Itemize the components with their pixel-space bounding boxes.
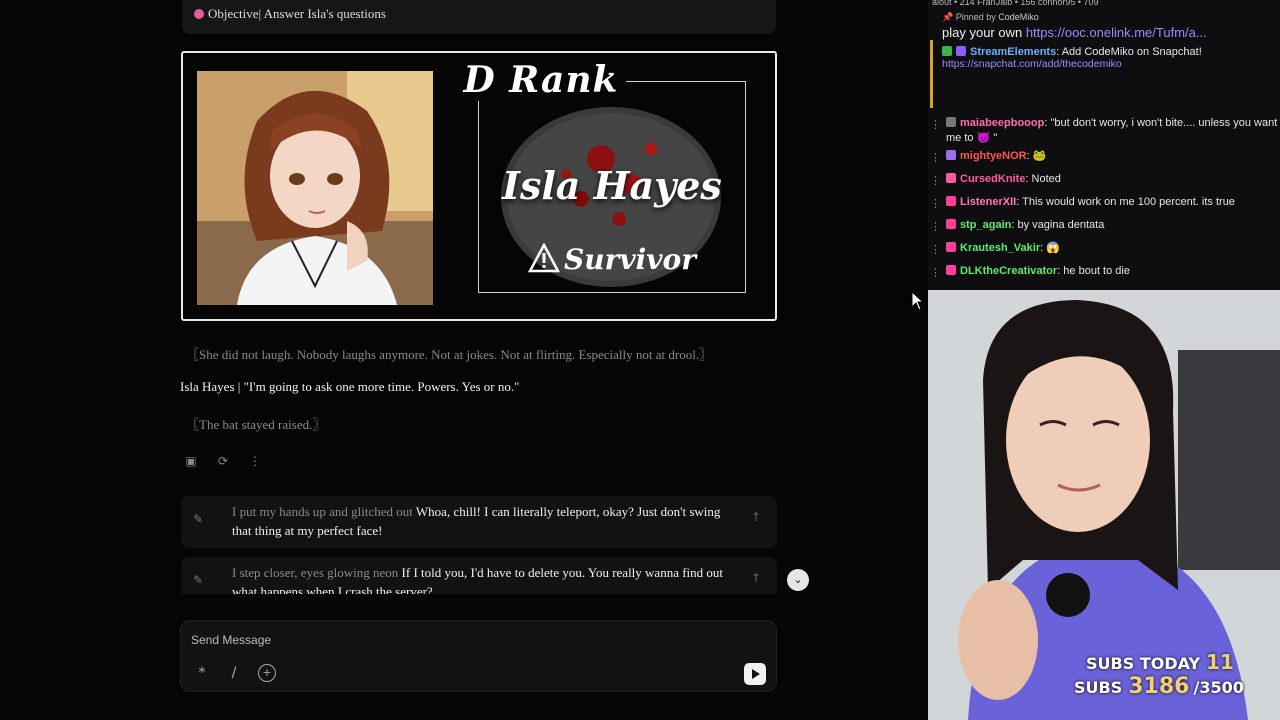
suggestion-item[interactable]: ✎ I put my hands up and glitched out Who… (181, 496, 777, 548)
edit-pencil-icon[interactable]: ✎ (193, 573, 207, 587)
pinned-by: 📌 Pinned by CodeMiko (942, 12, 1266, 23)
chat-message: ⋮ ListenerXII: This would work on me 100 … (928, 194, 1280, 217)
badge-icon (946, 117, 956, 127)
suggestion-item[interactable]: ✎ I step closer, eyes glowing neon If I … (181, 557, 777, 594)
send-suggestion-icon[interactable]: ↑ (751, 571, 765, 585)
target-icon (194, 9, 204, 19)
pinned-text: play your own https://ooc.onelink.me/Tuf… (942, 25, 1266, 40)
suggestion-action: I put my hands up and glitched out (232, 504, 413, 519)
drag-handle-icon: ⋮ (930, 119, 941, 131)
subs-goal: /3500 (1193, 678, 1244, 697)
badge-icon (946, 196, 956, 206)
drag-handle-icon: ⋮ (930, 198, 941, 210)
chat-text: : Add CodeMiko on Snapchat! (1056, 46, 1202, 58)
badge-icon (946, 265, 956, 275)
message-input[interactable] (191, 631, 731, 649)
badge-icon (946, 173, 956, 183)
chat-text: : by vagina dentata (1011, 219, 1105, 231)
class-label: Survivor (478, 242, 746, 276)
suggestion-text: I step closer, eyes glowing neon If I to… (232, 563, 742, 594)
more-options-icon[interactable]: ⋮ (248, 453, 262, 469)
chat-username[interactable]: mightyeNOR (960, 150, 1027, 162)
image-icon[interactable]: ▣ (184, 453, 198, 469)
chat-username[interactable]: ListenerXII (960, 196, 1016, 208)
objective-banner: Objective| Answer Isla's questions (182, 0, 776, 34)
pin-icon: 📌 (942, 12, 956, 22)
narration-line: 〖She did not laugh. Nobody laughs anymor… (186, 347, 713, 362)
add-option-icon[interactable]: + (258, 664, 276, 682)
drag-handle-icon: ⋮ (930, 267, 941, 279)
badge-icon (946, 242, 956, 252)
edit-pencil-icon[interactable]: ✎ (193, 512, 207, 526)
suggestion-action: I step closer, eyes glowing neon (232, 565, 399, 580)
rank-title: D Rank (183, 59, 775, 101)
drag-handle-icon: ⋮ (930, 152, 941, 164)
chat-text: : This would work on me 100 percent. its… (1016, 196, 1235, 208)
subs-today-value: 11 (1206, 650, 1234, 674)
badge-icon (946, 150, 956, 160)
chat-text: : 😱 (1040, 242, 1060, 254)
pinned-link[interactable]: https://ooc.onelink.me/Tufm/a... (1026, 25, 1207, 40)
pinned-by-user: CodeMiko (998, 12, 1039, 22)
chat-username[interactable]: maiabeepbooop (960, 117, 1044, 129)
pinned-by-label: Pinned by (955, 12, 996, 22)
chat-list: ⋮ maiabeepbooop: "but don't worry, i won'… (928, 116, 1280, 286)
message-composer: * / + (180, 620, 777, 692)
pinned-message: 📌 Pinned by CodeMiko play your own https… (928, 8, 1280, 40)
regenerate-icon[interactable]: ⟳ (216, 453, 230, 469)
character-speech: Isla Hayes | "I'm going to ask one more … (180, 379, 520, 394)
character-name: Isla Hayes (502, 163, 722, 208)
chat-username[interactable]: CursedKnite (960, 173, 1025, 185)
suggestion-list: ✎ I put my hands up and glitched out Who… (181, 496, 777, 594)
sub-leaderboard: aiout • 214 FranJalb • 156 connor95 • 70… (932, 0, 1099, 7)
slash-command-icon[interactable]: / (225, 664, 243, 682)
chat-message: ⋮ DLKtheCreativator: he bout to die (928, 263, 1280, 286)
chat-username[interactable]: stp_again (960, 219, 1011, 231)
narration-line: 〖The bat stayed raised.〗 (186, 417, 326, 432)
stream-overlay: aiout • 214 FranJalb • 156 connor95 • 70… (928, 0, 1280, 720)
verified-badge-icon (956, 46, 966, 56)
chat-message: ⋮ Krautesh_Vakir: 😱 (928, 240, 1280, 263)
chat-message: ⋮ maiabeepbooop: "but don't worry, i won'… (928, 116, 1280, 148)
mod-badge-icon (942, 46, 952, 56)
chat-username[interactable]: DLKtheCreativator (960, 265, 1057, 277)
chat-username[interactable]: StreamElements (970, 46, 1056, 58)
class-text: Survivor (564, 243, 696, 276)
message-actions: ▣ ⟳ ⋮ (184, 453, 262, 469)
chat-text: : Noted (1025, 173, 1061, 185)
drag-handle-icon: ⋮ (930, 175, 941, 187)
chat-message: ⋮ CursedKnite: Noted (928, 171, 1280, 194)
send-button[interactable] (744, 663, 766, 685)
mouse-cursor-icon (911, 291, 925, 311)
asterisk-icon[interactable]: * (193, 664, 211, 682)
chat-message: ⋮ mightyeNOR: 🐸 (928, 148, 1280, 171)
chat-username[interactable]: Krautesh_Vakir (960, 242, 1040, 254)
send-suggestion-icon[interactable]: ↑ (751, 510, 765, 524)
objective-text: Objective| Answer Isla's questions (208, 6, 386, 21)
suggestion-text: I put my hands up and glitched out Whoa,… (232, 502, 742, 540)
scroll-down-button[interactable]: ⌄ (787, 569, 809, 591)
character-portrait (197, 71, 433, 305)
pinned-accent (930, 40, 933, 108)
badge-icon (946, 219, 956, 229)
character-card: D Rank Isla Hayes Survivor (181, 51, 777, 321)
snapchat-link[interactable]: https://snapchat.com/add/thecodemiko (942, 58, 1122, 70)
pinned-body: play your own (942, 25, 1026, 40)
chat-text: : he bout to die (1057, 265, 1130, 277)
subs-label: SUBS (1074, 678, 1123, 697)
drag-handle-icon: ⋮ (930, 221, 941, 233)
warning-icon (527, 242, 561, 273)
subs-today-label: SUBS TODAY (1086, 654, 1201, 673)
chat-message: ⋮ stp_again: by vagina dentata (928, 217, 1280, 240)
subs-value: 3186 (1128, 674, 1190, 699)
chat-app: Objective| Answer Isla's questions D Ran… (0, 0, 928, 720)
drag-handle-icon: ⋮ (930, 244, 941, 256)
chat-text: : 🐸 (1026, 150, 1047, 162)
chat-message: StreamElements: Add CodeMiko on Snapchat… (928, 40, 1280, 70)
